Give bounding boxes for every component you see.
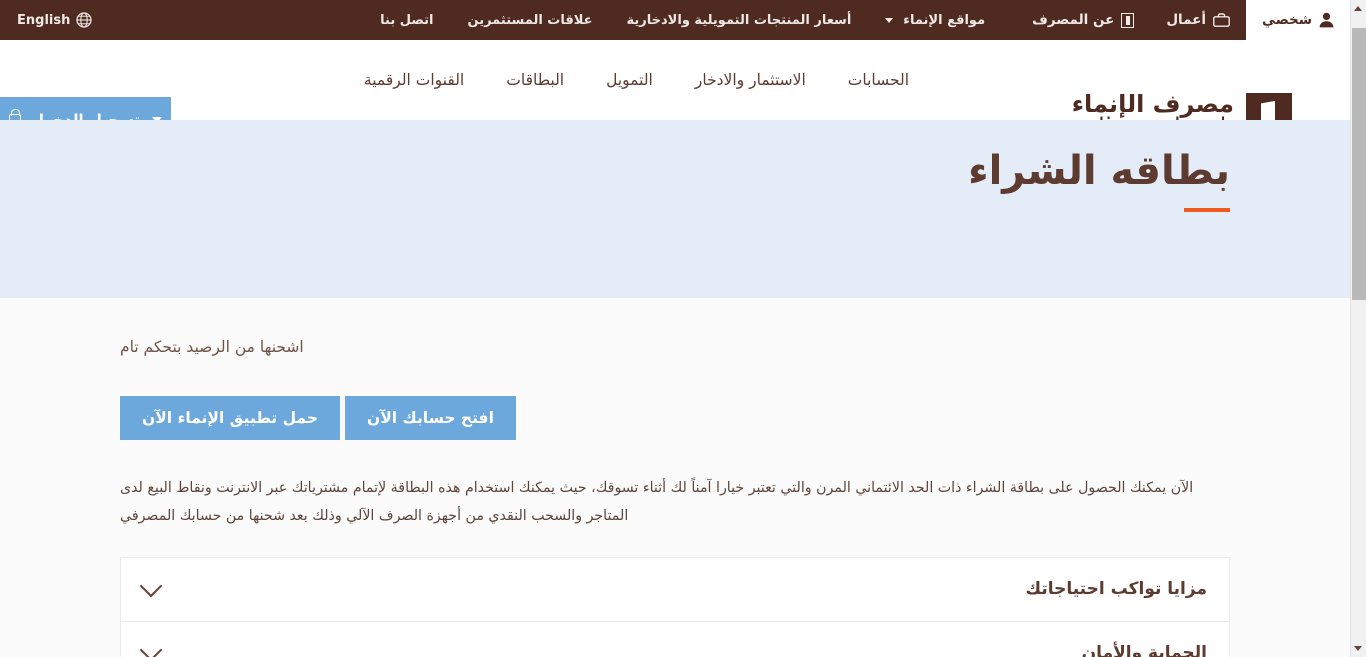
chevron-down-icon bbox=[139, 574, 163, 598]
segment-tab-business-label: أعمال bbox=[1166, 12, 1207, 28]
accordion-item-security-title: الحماية والأمان bbox=[1081, 643, 1207, 657]
segment-tab-personal-label: شخصي bbox=[1262, 12, 1312, 28]
main-navigation-bar: مصرف الإنماء alinma bank الحسابات الاستث… bbox=[0, 40, 1350, 143]
nav-item-investment-savings[interactable]: الاستثمار والادخار bbox=[674, 71, 827, 89]
nav-item-accounts[interactable]: الحسابات bbox=[827, 71, 930, 89]
nav-item-cards-label: البطاقات bbox=[506, 71, 565, 89]
title-underline-accent bbox=[1184, 208, 1230, 212]
nav-item-investment-savings-label: الاستثمار والادخار bbox=[694, 71, 806, 89]
accordion-item-benefits[interactable]: مزايا تواكب احتياجاتك bbox=[121, 557, 1229, 622]
accordion-item-security[interactable]: الحماية والأمان bbox=[121, 621, 1229, 657]
top-utility-bar: شخصي أعمال عن المصرف مواقع الإنماء أسعار… bbox=[0, 0, 1350, 40]
scroll-down-button[interactable] bbox=[1350, 640, 1366, 657]
accordion-item-benefits-title: مزايا تواكب احتياجاتك bbox=[1025, 579, 1207, 600]
main-content: اشحنها من الرصيد بتحكم تام حمل تطبيق الإ… bbox=[0, 338, 1350, 657]
chevron-down-icon bbox=[139, 638, 163, 657]
segment-tab-about-bank[interactable]: عن المصرف bbox=[1016, 0, 1150, 40]
segment-tab-business[interactable]: أعمال bbox=[1150, 0, 1246, 40]
top-link-investor-relations-label: علاقات المستثمرين bbox=[467, 12, 593, 28]
segment-tab-personal[interactable]: شخصي bbox=[1246, 0, 1350, 40]
nav-item-accounts-label: الحسابات bbox=[847, 71, 909, 89]
page-root: شخصي أعمال عن المصرف مواقع الإنماء أسعار… bbox=[0, 0, 1366, 657]
segment-tab-about-bank-label: عن المصرف bbox=[1032, 12, 1115, 28]
top-link-investor-relations[interactable]: علاقات المستثمرين bbox=[451, 13, 610, 28]
person-icon bbox=[1319, 12, 1334, 28]
language-switcher-label: English bbox=[17, 12, 71, 28]
top-utility-links: مواقع الإنماء أسعار المنتجات التمويلية و… bbox=[0, 0, 1016, 40]
nav-item-digital-channels-label: القنوات الرقمية bbox=[363, 71, 465, 89]
scroll-down-arrow-icon bbox=[1354, 646, 1362, 651]
faq-accordion: مزايا تواكب احتياجاتك الحماية والأمان bbox=[120, 556, 1230, 657]
hero-content: بطاقه الشراء bbox=[968, 146, 1230, 212]
scrollbar-thumb[interactable] bbox=[1352, 28, 1366, 300]
nav-item-digital-channels[interactable]: القنوات الرقمية bbox=[343, 71, 485, 89]
nav-item-financing-label: التمويل bbox=[606, 71, 653, 89]
audience-segment-tabs: شخصي أعمال عن المصرف bbox=[1016, 0, 1350, 40]
language-switcher[interactable]: English bbox=[0, 12, 102, 28]
top-link-alinma-locations-label: مواقع الإنماء bbox=[903, 12, 986, 28]
top-link-contact-us-label: اتصل بنا bbox=[380, 12, 434, 28]
tagline-text: اشحنها من الرصيد بتحكم تام bbox=[120, 338, 304, 356]
open-account-button-label: افتح حسابك الآن bbox=[367, 409, 494, 427]
page-title: بطاقه الشراء bbox=[968, 148, 1230, 194]
page-scrollbar[interactable] bbox=[1350, 0, 1366, 657]
bank-icon bbox=[1121, 12, 1135, 28]
top-link-product-rates[interactable]: أسعار المنتجات التمويلية والادخارية bbox=[610, 13, 869, 28]
nav-item-financing[interactable]: التمويل bbox=[585, 71, 674, 89]
top-link-product-rates-label: أسعار المنتجات التمويلية والادخارية bbox=[626, 12, 852, 28]
chevron-down-icon bbox=[885, 17, 894, 23]
globe-icon bbox=[76, 12, 93, 28]
scroll-up-button[interactable] bbox=[1350, 0, 1366, 17]
logo-arabic-text: مصرف الإنماء bbox=[1071, 90, 1234, 118]
cta-button-row: حمل تطبيق الإنماء الآن افتح حسابك الآن bbox=[120, 396, 1230, 440]
top-link-alinma-locations[interactable]: مواقع الإنماء bbox=[868, 13, 1002, 28]
hero-banner: بطاقه الشراء bbox=[0, 120, 1350, 298]
download-app-button[interactable]: حمل تطبيق الإنماء الآن bbox=[120, 396, 341, 440]
product-description: الآن يمكنك الحصول على بطاقة الشراء ذات ا… bbox=[120, 480, 1194, 525]
primary-nav-links: الحسابات الاستثمار والادخار التمويل البط… bbox=[343, 40, 930, 120]
scroll-up-arrow-icon bbox=[1354, 6, 1362, 11]
browser-viewport: شخصي أعمال عن المصرف مواقع الإنماء أسعار… bbox=[0, 0, 1350, 657]
nav-item-cards[interactable]: البطاقات bbox=[485, 71, 585, 89]
top-link-contact-us[interactable]: اتصل بنا bbox=[363, 13, 450, 28]
download-app-button-label: حمل تطبيق الإنماء الآن bbox=[142, 409, 319, 427]
open-account-button[interactable]: افتح حسابك الآن bbox=[345, 396, 516, 440]
briefcase-icon bbox=[1213, 13, 1230, 27]
